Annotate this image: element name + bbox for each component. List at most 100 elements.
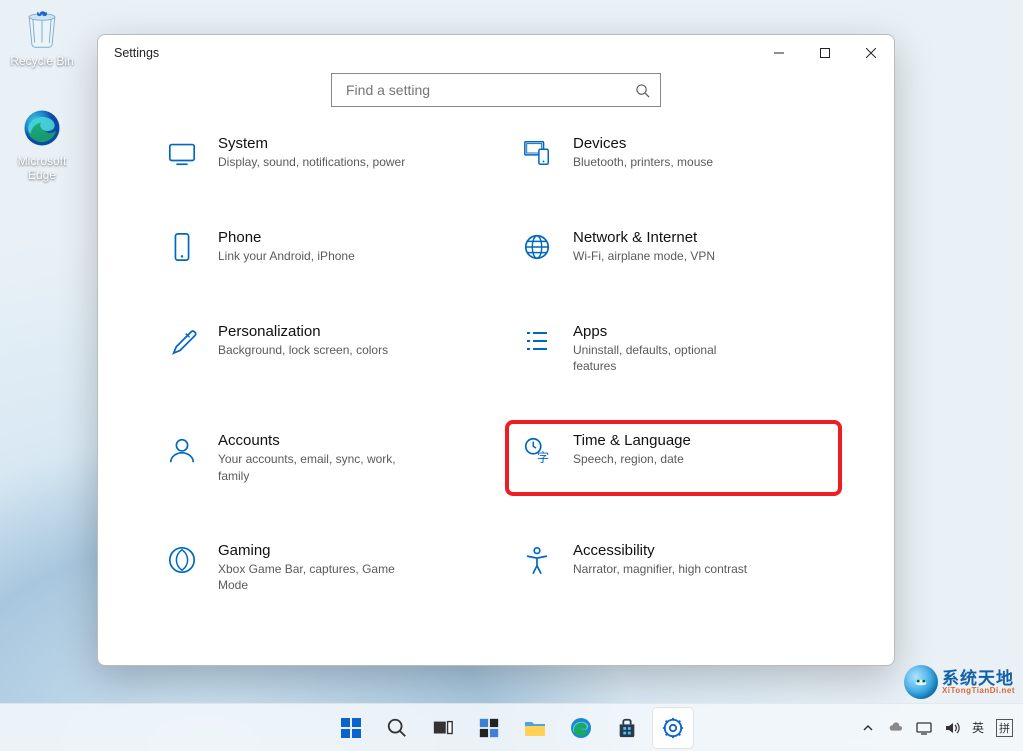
watermark-icon — [904, 665, 938, 699]
category-text: Time & Language Speech, region, date — [573, 432, 691, 467]
watermark-zh: 系统天地 — [942, 670, 1015, 687]
category-text: Accounts Your accounts, email, sync, work… — [218, 432, 408, 483]
system-icon — [164, 135, 200, 171]
minimize-button[interactable] — [756, 35, 802, 71]
start-button[interactable] — [331, 708, 371, 748]
recycle-bin-label: Recycle Bin — [2, 54, 82, 68]
category-gaming[interactable]: Gaming Xbox Game Bar, captures, Game Mode — [156, 536, 481, 599]
microsoft-store[interactable] — [607, 708, 647, 748]
search-icon — [386, 717, 408, 739]
taskbar-settings[interactable] — [653, 708, 693, 748]
window-title: Settings — [114, 46, 159, 60]
category-grid: System Display, sound, notifications, pow… — [156, 129, 836, 599]
gear-icon — [662, 717, 684, 739]
category-title: System — [218, 135, 405, 152]
taskbar-center — [331, 708, 693, 748]
devices-icon — [519, 135, 555, 171]
edge-label: Microsoft Edge — [2, 154, 82, 182]
watermark-en: XiTongTianDi.net — [942, 687, 1015, 695]
category-title: Accounts — [218, 432, 408, 449]
titlebar: Settings — [98, 35, 894, 71]
widgets[interactable] — [469, 708, 509, 748]
category-title: Time & Language — [573, 432, 691, 449]
task-view[interactable] — [423, 708, 463, 748]
category-text: Devices Bluetooth, printers, mouse — [573, 135, 713, 170]
timelang-icon: 字 — [519, 432, 555, 468]
category-text: Network & Internet Wi-Fi, airplane mode, … — [573, 229, 715, 264]
personal-icon — [164, 323, 200, 359]
taskbar: 英 ﻿拼 — [0, 703, 1023, 751]
category-text: Personalization Background, lock screen, … — [218, 323, 388, 358]
category-access[interactable]: Accessibility Narrator, magnifier, high c… — [511, 536, 836, 599]
category-text: System Display, sound, notifications, pow… — [218, 135, 405, 170]
category-accounts[interactable]: Accounts Your accounts, email, sync, work… — [156, 426, 481, 489]
windows-icon — [339, 716, 363, 740]
close-icon — [866, 48, 876, 58]
category-title: Gaming — [218, 542, 408, 559]
category-text: AppsUninstall, defaults, optional featur… — [573, 323, 763, 374]
category-text: Gaming Xbox Game Bar, captures, Game Mode — [218, 542, 408, 593]
category-desc: Speech, region, date — [573, 451, 691, 467]
category-text: Accessibility Narrator, magnifier, high c… — [573, 542, 747, 577]
apps-icon — [519, 323, 555, 359]
search-icon — [635, 83, 650, 98]
close-button[interactable] — [848, 35, 894, 71]
category-desc: Bluetooth, printers, mouse — [573, 154, 713, 170]
category-desc: Background, lock screen, colors — [218, 342, 388, 358]
category-system[interactable]: System Display, sound, notifications, pow… — [156, 129, 481, 177]
category-desc: Wi-Fi, airplane mode, VPN — [573, 248, 715, 264]
category-title: Personalization — [218, 323, 388, 340]
category-timelang[interactable]: 字 Time & Language Speech, region, date — [511, 426, 836, 489]
maximize-button[interactable] — [802, 35, 848, 71]
window-controls — [756, 35, 894, 71]
category-title: Accessibility — [573, 542, 747, 559]
category-title: Phone — [218, 229, 355, 246]
search-box[interactable] — [331, 73, 661, 107]
svg-text:字: 字 — [537, 450, 549, 465]
category-title: Network & Internet — [573, 229, 715, 246]
taskbar-edge[interactable] — [561, 708, 601, 748]
phone-icon — [164, 229, 200, 265]
access-icon — [519, 542, 555, 578]
recycle-bin-icon — [18, 4, 66, 52]
category-desc: Display, sound, notifications, power — [218, 154, 405, 170]
ime-lang-indicator[interactable]: 英 — [972, 719, 984, 736]
category-desc: Your accounts, email, sync, work, family — [218, 451, 408, 483]
search-input[interactable] — [344, 81, 635, 99]
category-desc: Narrator, magnifier, high contrast — [573, 561, 747, 577]
maximize-icon — [820, 48, 830, 58]
category-personal[interactable]: Personalization Background, lock screen, … — [156, 317, 481, 380]
category-devices[interactable]: Devices Bluetooth, printers, mouse — [511, 129, 836, 177]
network-icon — [519, 229, 555, 265]
accounts-icon — [164, 432, 200, 468]
settings-content: System Display, sound, notifications, pow… — [98, 129, 894, 665]
tray-chevron-icon[interactable] — [860, 720, 876, 736]
category-apps[interactable]: AppsUninstall, defaults, optional featur… — [511, 317, 836, 380]
ime-mode-indicator[interactable]: 拼 — [996, 719, 1013, 737]
settings-window: Settings System Display, sound, notificat… — [97, 34, 895, 666]
category-desc: Xbox Game Bar, captures, Game Mode — [218, 561, 408, 593]
category-phone[interactable]: Phone Link your Android, iPhone — [156, 223, 481, 271]
system-tray: 英 ﻿拼 — [860, 719, 1013, 737]
category-desc: Link your Android, iPhone — [218, 248, 355, 264]
store-icon — [616, 717, 638, 739]
watermark-text: 系统天地 XiTongTianDi.net — [942, 670, 1015, 695]
watermark: 系统天地 XiTongTianDi.net — [904, 665, 1015, 699]
minimize-icon — [774, 48, 784, 58]
file-explorer[interactable] — [515, 708, 555, 748]
category-title: Devices — [573, 135, 713, 152]
folder-icon — [523, 716, 547, 740]
recycle-bin[interactable]: Recycle Bin — [2, 4, 82, 68]
edge-icon — [569, 716, 593, 740]
gaming-icon — [164, 542, 200, 578]
category-network[interactable]: Network & Internet Wi-Fi, airplane mode, … — [511, 223, 836, 271]
microsoft-edge[interactable]: Microsoft Edge — [2, 104, 82, 182]
search-container — [98, 73, 894, 107]
network-icon[interactable] — [916, 720, 932, 736]
onedrive-icon[interactable] — [888, 720, 904, 736]
category-title: Apps — [573, 323, 763, 340]
widgets-icon — [478, 717, 500, 739]
volume-icon[interactable] — [944, 720, 960, 736]
task-view-icon — [432, 717, 454, 739]
taskbar-search[interactable] — [377, 708, 417, 748]
